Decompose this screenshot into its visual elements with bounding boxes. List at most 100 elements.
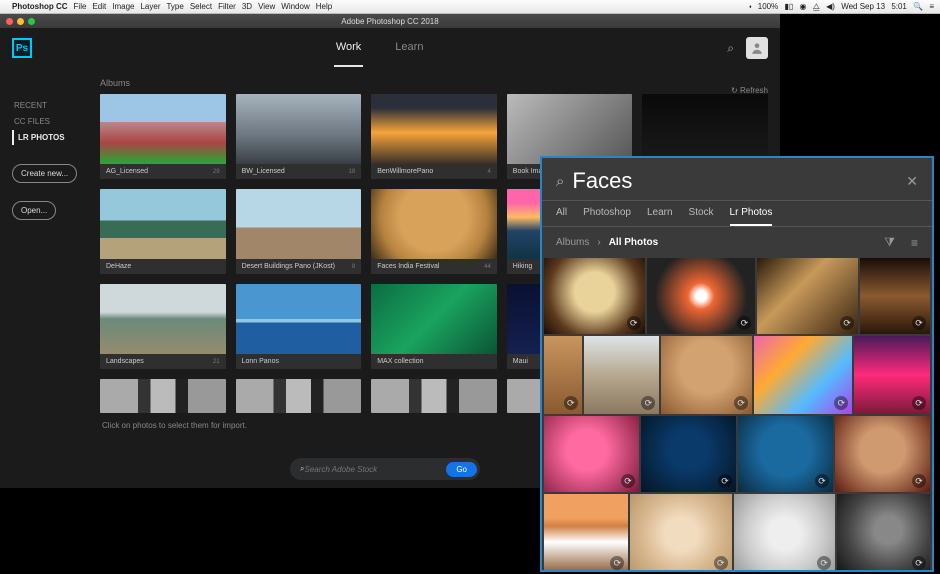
album-item[interactable]: Faces India Festival44 xyxy=(371,189,497,274)
album-thumb[interactable] xyxy=(371,94,497,164)
tab-photoshop[interactable]: Photoshop xyxy=(583,207,631,226)
tab-learn[interactable]: Learn xyxy=(647,207,673,226)
result-thumb[interactable]: ⟳ xyxy=(754,336,852,414)
album-item[interactable] xyxy=(371,379,497,413)
create-new-button[interactable]: Create new... xyxy=(12,164,77,183)
nav-ccfiles[interactable]: CC FILES xyxy=(12,114,100,129)
result-thumb[interactable]: ⟳ xyxy=(647,258,756,334)
menu-help[interactable]: Help xyxy=(316,2,332,11)
close-icon[interactable]: ✕ xyxy=(906,173,918,190)
search-input[interactable] xyxy=(572,168,898,194)
date-text: Wed Sep 13 xyxy=(841,2,885,11)
tab-all[interactable]: All xyxy=(556,207,567,226)
result-thumb[interactable]: ⟳ xyxy=(860,258,930,334)
album-name: Maui xyxy=(513,358,528,365)
stock-search-pill[interactable]: ⌕ Go xyxy=(290,458,480,480)
menubar-status: ⬪ 100% ▮▯ ◉ ⧋ ◀) Wed Sep 13 5:01 🔍 ≡ xyxy=(745,2,934,12)
menu-edit[interactable]: Edit xyxy=(92,2,106,11)
result-thumb[interactable]: ⟳ xyxy=(734,494,835,572)
result-thumb[interactable]: ⟳ xyxy=(641,416,736,492)
album-item[interactable]: DeHaze xyxy=(100,189,226,274)
result-thumb[interactable]: ⟳ xyxy=(854,336,930,414)
result-thumb[interactable]: ⟳ xyxy=(835,416,930,492)
tab-work[interactable]: Work xyxy=(334,29,363,67)
album-thumb[interactable] xyxy=(371,189,497,259)
album-item[interactable] xyxy=(100,379,226,413)
start-header: Ps Work Learn ⌕ xyxy=(0,28,780,68)
menubar-app[interactable]: Photoshop CC xyxy=(12,2,68,11)
result-thumb[interactable]: ⟳ xyxy=(544,336,582,414)
result-thumb[interactable]: ⟳ xyxy=(757,258,858,334)
album-thumb[interactable] xyxy=(100,379,226,413)
album-name: Hiking xyxy=(513,263,532,270)
result-thumb[interactable]: ⟳ xyxy=(738,416,833,492)
menu-layer[interactable]: Layer xyxy=(140,2,160,11)
album-thumb[interactable] xyxy=(236,284,362,354)
album-item[interactable]: Lonn Panos xyxy=(236,284,362,369)
tab-learn[interactable]: Learn xyxy=(393,29,425,67)
search-icon[interactable]: ⌕ xyxy=(727,41,734,56)
result-thumb[interactable]: ⟳ xyxy=(837,494,930,572)
tab-lrphotos[interactable]: Lr Photos xyxy=(730,207,773,226)
menu-3d[interactable]: 3D xyxy=(242,2,252,11)
menu-filter[interactable]: Filter xyxy=(218,2,236,11)
sync-icon: ⟳ xyxy=(718,474,732,488)
result-thumb[interactable]: ⟳ xyxy=(544,258,645,334)
nav-recent[interactable]: RECENT xyxy=(12,98,100,113)
dropbox-icon[interactable]: ⬪ xyxy=(749,2,751,11)
result-thumb[interactable]: ⟳ xyxy=(584,336,660,414)
volume-icon[interactable]: ◀) xyxy=(826,2,835,11)
album-thumb[interactable] xyxy=(100,284,226,354)
stock-search-input[interactable] xyxy=(304,465,446,474)
album-thumb[interactable] xyxy=(371,379,497,413)
filter-icon[interactable]: ⧩ xyxy=(884,235,895,250)
sort-icon[interactable]: ≡ xyxy=(911,236,918,250)
sync-icon: ⟳ xyxy=(734,396,748,410)
menu-view[interactable]: View xyxy=(258,2,275,11)
results-grid: ⟳⟳⟳⟳⟳⟳⟳⟳⟳⟳⟳⟳⟳⟳⟳⟳⟳ xyxy=(542,258,932,572)
nav-lrphotos[interactable]: LR PHOTOS xyxy=(12,130,100,145)
result-thumb[interactable]: ⟳ xyxy=(630,494,731,572)
album-thumb[interactable] xyxy=(236,379,362,413)
wifi-icon[interactable]: ⧋ xyxy=(813,2,820,11)
close-icon[interactable] xyxy=(6,18,13,25)
result-thumb[interactable]: ⟳ xyxy=(661,336,752,414)
search-panel: ⌕ ✕ All Photoshop Learn Stock Lr Photos … xyxy=(540,156,934,572)
stock-go-button[interactable]: Go xyxy=(446,462,477,477)
menu-image[interactable]: Image xyxy=(112,2,134,11)
spotlight-icon[interactable]: 🔍 xyxy=(913,2,923,11)
album-item[interactable]: AG_Licensed29 xyxy=(100,94,226,179)
album-thumb[interactable] xyxy=(236,94,362,164)
maximize-icon[interactable] xyxy=(28,18,35,25)
breadcrumb-root[interactable]: Albums xyxy=(556,237,589,248)
menu-file[interactable]: File xyxy=(74,2,87,11)
album-thumb[interactable] xyxy=(507,94,633,164)
open-button[interactable]: Open... xyxy=(12,201,56,220)
album-item[interactable] xyxy=(236,379,362,413)
album-item[interactable]: Desert Buildings Pano (JKost)8 xyxy=(236,189,362,274)
search-tabs: All Photoshop Learn Stock Lr Photos xyxy=(542,201,932,227)
album-thumb[interactable] xyxy=(100,189,226,259)
album-item[interactable]: BenWillmorePano4 xyxy=(371,94,497,179)
minimize-icon[interactable] xyxy=(17,18,24,25)
chevron-right-icon: › xyxy=(597,237,600,248)
result-thumb[interactable]: ⟳ xyxy=(544,494,628,572)
tab-stock[interactable]: Stock xyxy=(689,207,714,226)
album-thumb[interactable] xyxy=(100,94,226,164)
menu-window[interactable]: Window xyxy=(281,2,309,11)
menu-type[interactable]: Type xyxy=(166,2,183,11)
album-item[interactable]: Landscapes21 xyxy=(100,284,226,369)
window-controls[interactable] xyxy=(6,18,35,25)
sync-icon: ⟳ xyxy=(912,556,926,570)
album-thumb[interactable] xyxy=(371,284,497,354)
result-thumb[interactable]: ⟳ xyxy=(544,416,639,492)
notifications-icon[interactable]: ≡ xyxy=(929,2,934,11)
album-thumb[interactable] xyxy=(642,94,768,164)
avatar[interactable] xyxy=(746,37,768,59)
menu-select[interactable]: Select xyxy=(190,2,212,11)
album-count: 44 xyxy=(484,264,491,270)
cc-icon[interactable]: ◉ xyxy=(800,2,807,11)
album-thumb[interactable] xyxy=(236,189,362,259)
album-item[interactable]: MAX collection xyxy=(371,284,497,369)
album-item[interactable]: BW_Licensed18 xyxy=(236,94,362,179)
